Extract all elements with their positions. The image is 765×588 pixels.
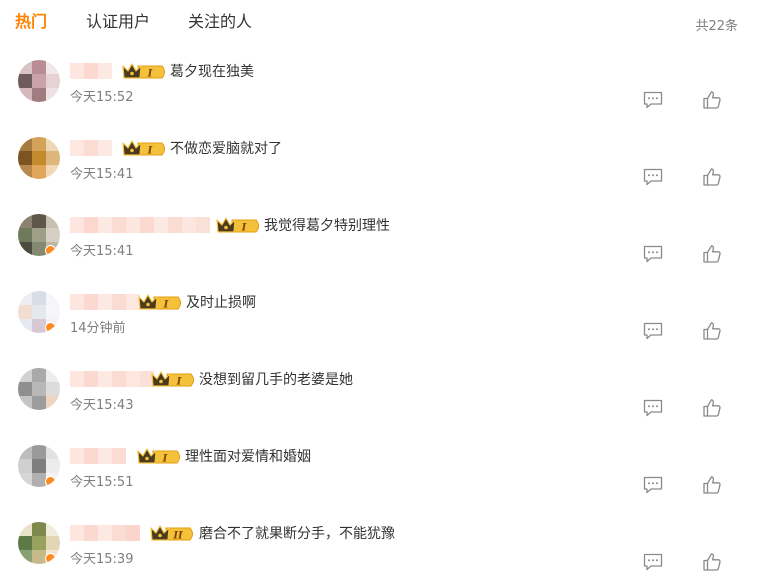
comment-time: 今天15:39 [70, 552, 134, 567]
thumbs-up-icon[interactable] [702, 244, 722, 264]
comment-item: I 理性面对爱情和婚姻 今天15:51 [0, 441, 765, 518]
comment-time: 今天15:51 [70, 475, 134, 490]
username[interactable] [70, 140, 112, 156]
crown-vip-icon: I [122, 140, 168, 158]
verified-badge [45, 245, 56, 256]
vip-level: I [176, 377, 182, 388]
username[interactable] [70, 217, 210, 233]
vip-level: I [163, 300, 169, 311]
avatar[interactable] [18, 60, 60, 102]
tab-hot[interactable]: 热门 [15, 12, 47, 32]
comment-item: I 没想到留几手的老婆是她 今天15:43 [0, 364, 765, 441]
avatar[interactable] [18, 291, 60, 333]
thumbs-up-icon[interactable] [702, 475, 722, 495]
username[interactable] [70, 525, 140, 541]
comment-text: 磨合不了就果断分手，不能犹豫 [199, 526, 395, 542]
username[interactable] [70, 448, 126, 464]
verified-badge [45, 476, 56, 487]
vip-level: I [147, 146, 153, 157]
crown-vip-icon: I [137, 448, 183, 466]
comment-text: 我觉得葛夕特别理性 [264, 218, 390, 234]
comment-text: 葛夕现在独美 [170, 64, 254, 80]
comment-reply-icon[interactable] [643, 476, 663, 494]
vip-level: I [241, 223, 247, 234]
verified-badge [45, 553, 56, 564]
tab-verified-users[interactable]: 认证用户 [86, 12, 150, 32]
crown-vip-icon: I [138, 294, 184, 312]
crown-vip-icon: II [150, 525, 196, 543]
thumbs-up-icon[interactable] [702, 398, 722, 418]
crown-vip-icon: I [122, 63, 168, 81]
comment-reply-icon[interactable] [643, 322, 663, 340]
comment-reply-icon[interactable] [643, 553, 663, 571]
vip-level: II [172, 531, 183, 542]
avatar[interactable] [18, 368, 60, 410]
comment-text: 不做恋爱脑就对了 [170, 141, 282, 157]
comment-count: 共22条 [695, 19, 738, 34]
comment-reply-icon[interactable] [643, 245, 663, 263]
vip-level: I [162, 454, 168, 465]
comment-reply-icon[interactable] [643, 399, 663, 417]
avatar[interactable] [18, 445, 60, 487]
comment-tabs: 热门 认证用户 关注的人 共22条 [0, 0, 765, 44]
thumbs-up-icon[interactable] [702, 90, 722, 110]
vip-level: I [147, 69, 153, 80]
comment-time: 14分钟前 [70, 321, 126, 336]
comment-reply-icon[interactable] [643, 168, 663, 186]
comment-time: 今天15:41 [70, 167, 134, 182]
comment-list: I 葛夕现在独美 今天15:52 I 不做恋爱脑就对了 今天15:41 I 我觉… [0, 56, 765, 588]
crown-vip-icon: I [151, 371, 197, 389]
comment-item: II 磨合不了就果断分手，不能犹豫 今天15:39 [0, 518, 765, 588]
verified-badge [45, 322, 56, 333]
thumbs-up-icon[interactable] [702, 321, 722, 341]
comment-time: 今天15:41 [70, 244, 134, 259]
avatar[interactable] [18, 214, 60, 256]
comment-time: 今天15:43 [70, 398, 134, 413]
comment-text: 理性面对爱情和婚姻 [185, 449, 311, 465]
tab-following[interactable]: 关注的人 [188, 12, 252, 32]
comment-text: 没想到留几手的老婆是她 [199, 372, 353, 388]
avatar[interactable] [18, 522, 60, 564]
username[interactable] [70, 63, 112, 79]
crown-vip-icon: I [216, 217, 262, 235]
comment-text: 及时止损啊 [186, 295, 256, 311]
comment-item: I 我觉得葛夕特别理性 今天15:41 [0, 210, 765, 287]
thumbs-up-icon[interactable] [702, 552, 722, 572]
comment-item: I 葛夕现在独美 今天15:52 [0, 56, 765, 133]
comment-time: 今天15:52 [70, 90, 134, 105]
thumbs-up-icon[interactable] [702, 167, 722, 187]
username[interactable] [70, 294, 140, 310]
comment-reply-icon[interactable] [643, 91, 663, 109]
comment-item: I 及时止损啊 14分钟前 [0, 287, 765, 364]
comment-item: I 不做恋爱脑就对了 今天15:41 [0, 133, 765, 210]
username[interactable] [70, 371, 154, 387]
avatar[interactable] [18, 137, 60, 179]
